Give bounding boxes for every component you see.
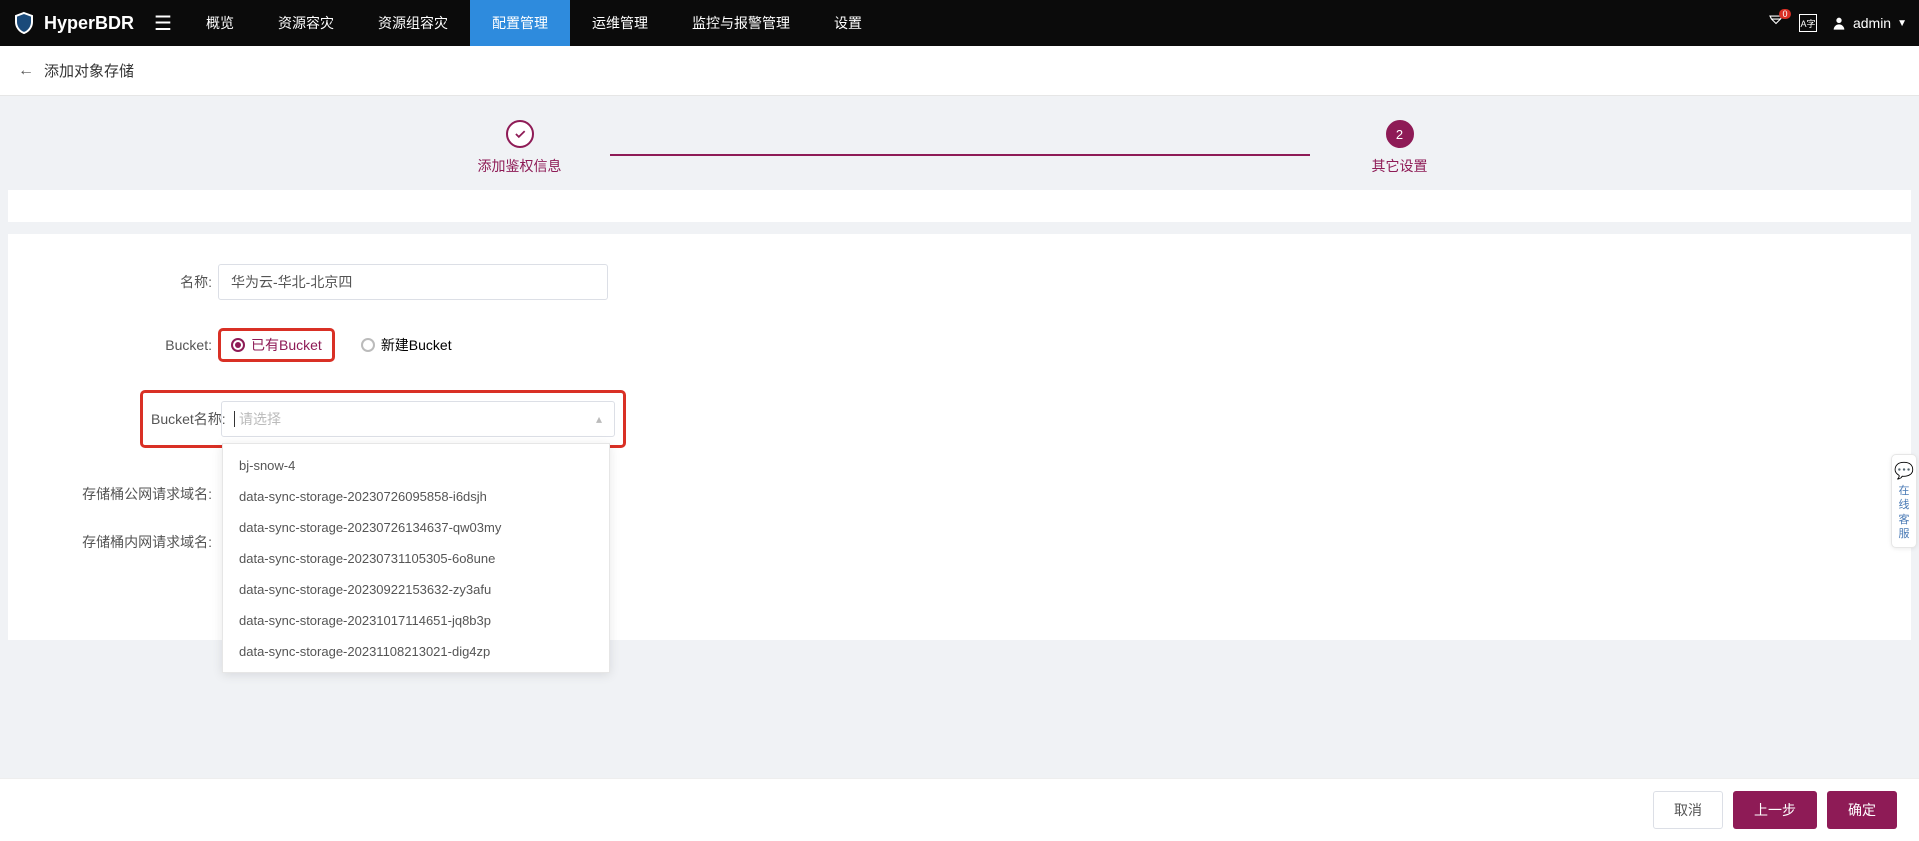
lang-icon[interactable]: A字 [1799, 14, 1817, 32]
nav-resource-dr[interactable]: 资源容灾 [256, 0, 356, 46]
back-arrow-icon[interactable]: ← [18, 62, 34, 80]
shield-icon [12, 11, 36, 35]
menu-toggle-icon[interactable]: ☰ [154, 11, 172, 36]
user-name: admin [1853, 15, 1891, 31]
top-navbar: HyperBDR ☰ 概览 资源容灾 资源组容灾 配置管理 运维管理 监控与报警… [0, 0, 1919, 46]
page-header: ← 添加对象存储 [0, 46, 1919, 96]
nav-resource-group-dr[interactable]: 资源组容灾 [356, 0, 470, 46]
dropdown-item[interactable]: data-sync-storage-20231108213021-dig4zp [223, 636, 609, 667]
spacer-card [8, 190, 1911, 222]
radio-existing-bucket[interactable]: 已有Bucket [231, 335, 322, 355]
bucket-dropdown: bj-snow-4 data-sync-storage-202307260958… [222, 443, 610, 673]
dropdown-item[interactable]: data-sync-storage-20231212155700-0p0kpp [223, 667, 609, 673]
dropdown-item[interactable]: data-sync-storage-20230726134637-qw03my [223, 512, 609, 543]
step-2-circle: 2 [1386, 120, 1414, 148]
nav-config-mgmt[interactable]: 配置管理 [470, 0, 570, 46]
nav-monitor-alarm[interactable]: 监控与报警管理 [670, 0, 812, 46]
footer-bar: 取消 上一步 确定 [0, 778, 1919, 841]
bucket-name-label: Bucket名称: [151, 409, 221, 429]
step-connector [610, 154, 1310, 156]
bucket-label: Bucket: [48, 337, 218, 353]
bucket-name-select[interactable]: 请选择 ▴ bj-snow-4 data-sync-storage-202307… [221, 401, 615, 437]
radio-existing-label: 已有Bucket [251, 335, 322, 355]
side-l1: 在 [1894, 484, 1914, 498]
private-domain-label: 存储桶内网请求域名: [48, 532, 218, 552]
form-card: 名称: Bucket: 已有Bucket 新建Bucket [8, 234, 1911, 640]
brand-name: HyperBDR [44, 13, 134, 34]
radio-dot-unchecked [361, 338, 375, 352]
nav-ops-mgmt[interactable]: 运维管理 [570, 0, 670, 46]
dropdown-item[interactable]: data-sync-storage-20230731105305-6o8une [223, 543, 609, 574]
online-support-widget[interactable]: 💬 在 线 客 服 [1891, 454, 1917, 548]
dropdown-item[interactable]: data-sync-storage-20231017114651-jq8b3p [223, 605, 609, 636]
step-2-label: 其它设置 [1372, 156, 1428, 176]
step-1: 添加鉴权信息 [430, 120, 610, 176]
prev-button[interactable]: 上一步 [1733, 791, 1817, 829]
nav-items: 概览 资源容灾 资源组容灾 配置管理 运维管理 监控与报警管理 设置 [184, 0, 884, 46]
step-indicator: 添加鉴权信息 2 其它设置 [0, 96, 1919, 190]
select-placeholder: 请选择 [239, 409, 281, 429]
user-menu[interactable]: admin ▼ [1831, 15, 1907, 31]
notification-icon[interactable]: 0 [1767, 13, 1785, 34]
radio-dot-checked [231, 338, 245, 352]
nav-settings[interactable]: 设置 [812, 0, 884, 46]
dropdown-item[interactable]: data-sync-storage-20230922153632-zy3afu [223, 574, 609, 605]
chat-bubble-icon: 💬 [1894, 461, 1914, 481]
side-l2: 线 [1894, 498, 1914, 512]
side-l3: 客 [1894, 513, 1914, 527]
nav-overview[interactable]: 概览 [184, 0, 256, 46]
user-icon [1831, 15, 1847, 31]
step-1-circle [506, 120, 534, 148]
row-bucket: Bucket: 已有Bucket 新建Bucket [48, 328, 1871, 362]
chevron-down-icon: ▼ [1897, 18, 1907, 29]
step-1-label: 添加鉴权信息 [478, 156, 562, 176]
chevron-up-icon: ▴ [596, 412, 602, 426]
page-title: 添加对象存储 [44, 60, 134, 81]
bucket-radio-group: 已有Bucket 新建Bucket [218, 328, 608, 362]
dropdown-item[interactable]: bj-snow-4 [223, 450, 609, 481]
highlight-existing-bucket: 已有Bucket [218, 328, 335, 362]
row-name: 名称: [48, 264, 1871, 300]
radio-new-label: 新建Bucket [381, 335, 452, 355]
radio-new-bucket[interactable]: 新建Bucket [361, 335, 452, 355]
public-domain-label: 存储桶公网请求域名: [48, 484, 218, 504]
cancel-button[interactable]: 取消 [1653, 791, 1723, 829]
confirm-button[interactable]: 确定 [1827, 791, 1897, 829]
side-l4: 服 [1894, 527, 1914, 541]
nav-right: 0 A字 admin ▼ [1767, 13, 1907, 34]
notification-badge: 0 [1779, 9, 1791, 19]
name-input[interactable] [218, 264, 608, 300]
dropdown-item[interactable]: data-sync-storage-20230726095858-i6dsjh [223, 481, 609, 512]
text-cursor [234, 411, 235, 427]
brand: HyperBDR [12, 11, 134, 35]
step-2: 2 其它设置 [1310, 120, 1490, 176]
highlight-bucket-name: Bucket名称: 请选择 ▴ bj-snow-4 data-sync-stor… [140, 390, 626, 448]
name-label: 名称: [48, 272, 218, 292]
row-bucket-name: Bucket名称: 请选择 ▴ bj-snow-4 data-sync-stor… [48, 390, 1871, 448]
check-icon [513, 127, 527, 141]
